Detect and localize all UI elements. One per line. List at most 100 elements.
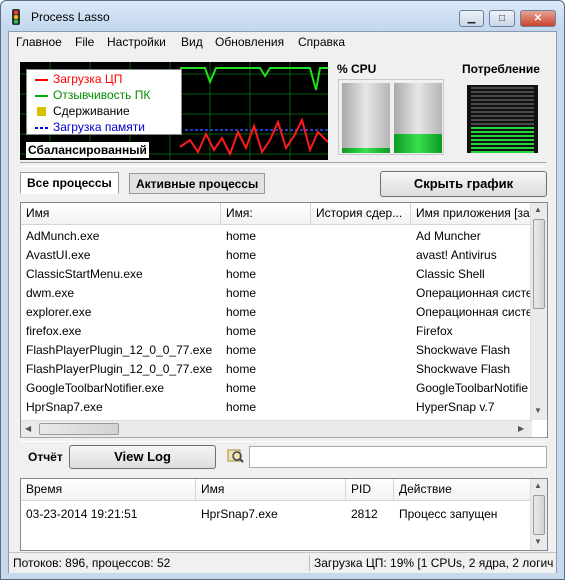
table-cell: Операционная систе bbox=[416, 286, 532, 300]
table-row[interactable]: FlashPlayerPlugin_12_0_0_77.exe home Shock… bbox=[21, 340, 532, 359]
consumption-segment bbox=[471, 95, 534, 97]
table-cell: home bbox=[226, 400, 257, 414]
table-cell: GoogleToolbarNotifier.exe bbox=[26, 381, 165, 395]
table-cell: Classic Shell bbox=[416, 267, 485, 281]
table-cell: home bbox=[226, 381, 257, 395]
table-row[interactable]: dwm.exe home Операционная систе bbox=[21, 283, 532, 302]
performance-graph[interactable]: Загрузка ЦП Отзывчивость ПК Сдерживание … bbox=[20, 62, 328, 160]
log-vscrollbar[interactable]: ▲ ▼ bbox=[530, 479, 547, 550]
process-hscrollbar[interactable]: ◀ ▶ bbox=[21, 420, 532, 437]
table-cell: Shockwave Flash bbox=[416, 362, 511, 376]
table-cell: FlashPlayerPlugin_12_0_0_77.exe bbox=[26, 362, 213, 376]
table-cell: home bbox=[226, 229, 257, 243]
scroll-down-icon[interactable]: ▼ bbox=[534, 537, 542, 546]
tab-active-processes[interactable]: Активные процессы bbox=[129, 173, 266, 194]
hide-graph-button[interactable]: Скрыть график bbox=[380, 171, 547, 197]
column-header-pid[interactable]: PID bbox=[346, 479, 394, 501]
table-row[interactable]: firefox.exe home Firefox bbox=[21, 321, 532, 340]
process-table: Имя Имя: История сдер... Имя приложения … bbox=[20, 202, 548, 438]
consumption-segment bbox=[471, 139, 534, 141]
log-filter-input[interactable] bbox=[249, 446, 547, 468]
table-row[interactable]: FlashPlayerPlugin_12_0_0_77.exe home Shock… bbox=[21, 359, 532, 378]
table-cell: 2812 bbox=[351, 507, 378, 521]
scroll-up-icon[interactable]: ▲ bbox=[534, 481, 542, 490]
minimize-button[interactable]: ▁ bbox=[459, 10, 484, 27]
table-cell: AdMunch.exe bbox=[26, 229, 100, 243]
cpu-bar-core1 bbox=[342, 83, 390, 153]
table-cell: Ad Muncher bbox=[416, 229, 481, 243]
consumption-bars bbox=[471, 87, 534, 153]
divider bbox=[20, 162, 546, 167]
legend-label: Сдерживание bbox=[53, 104, 130, 118]
column-header-time[interactable]: Время bbox=[21, 479, 196, 501]
title-bar[interactable]: Process Lasso ▁ □ ✕ bbox=[1, 1, 564, 31]
table-row[interactable]: HprSnap7.exe home HyperSnap v.7 bbox=[21, 397, 532, 416]
menu-main[interactable]: Главное bbox=[16, 35, 62, 49]
scroll-thumb[interactable] bbox=[533, 495, 545, 535]
scroll-down-icon[interactable]: ▼ bbox=[534, 406, 542, 415]
graph-legend: Загрузка ЦП Отзывчивость ПК Сдерживание … bbox=[26, 69, 182, 135]
scroll-up-icon[interactable]: ▲ bbox=[534, 205, 542, 214]
menu-file[interactable]: File bbox=[75, 35, 94, 49]
table-row[interactable]: GoogleToolbarNotifier.exe home GoogleToolb… bbox=[21, 378, 532, 397]
table-cell: avast! Antivirus bbox=[416, 248, 497, 262]
traffic-light-icon bbox=[12, 9, 20, 25]
scroll-left-icon[interactable]: ◀ bbox=[25, 424, 31, 433]
consumption-segment bbox=[471, 87, 534, 89]
status-cpu-load: Загрузка ЦП: 19% [1 CPUs, 2 ядра, 2 логи… bbox=[314, 556, 554, 570]
consumption-segment bbox=[471, 131, 534, 133]
legend-swatch bbox=[35, 79, 48, 81]
column-header-action[interactable]: Действие bbox=[394, 479, 532, 501]
search-icon[interactable] bbox=[227, 448, 245, 464]
table-cell: HprSnap7.exe bbox=[201, 507, 278, 521]
process-vscrollbar[interactable]: ▲ ▼ bbox=[530, 203, 547, 420]
table-cell: explorer.exe bbox=[26, 305, 92, 319]
minimize-icon: ▁ bbox=[467, 13, 476, 24]
column-header-app-name[interactable]: Имя приложения [за bbox=[411, 203, 532, 225]
scroll-right-icon[interactable]: ▶ bbox=[518, 424, 524, 433]
consumption-title: Потребление bbox=[462, 62, 540, 76]
consumption-segment bbox=[471, 115, 534, 117]
consumption-segment bbox=[471, 111, 534, 113]
column-header-name[interactable]: Имя bbox=[21, 203, 221, 225]
column-header-name[interactable]: Имя bbox=[196, 479, 346, 501]
maximize-button[interactable]: □ bbox=[489, 10, 515, 27]
table-cell: HyperSnap v.7 bbox=[416, 400, 495, 414]
consumption-segment bbox=[471, 127, 534, 129]
column-header-restraint-history[interactable]: История сдер... bbox=[311, 203, 411, 225]
menu-help[interactable]: Справка bbox=[298, 35, 345, 49]
table-cell: HprSnap7.exe bbox=[26, 400, 103, 414]
menu-view[interactable]: Вид bbox=[181, 35, 203, 49]
consumption-segment bbox=[471, 147, 534, 149]
close-button[interactable]: ✕ bbox=[520, 10, 556, 27]
view-log-button[interactable]: View Log bbox=[69, 445, 216, 469]
power-profile-label[interactable]: Сбалансированный bbox=[26, 142, 149, 158]
divider bbox=[20, 437, 546, 442]
maximize-icon: □ bbox=[498, 13, 506, 24]
table-cell: Операционная систе bbox=[416, 305, 532, 319]
menu-settings[interactable]: Настройки bbox=[107, 35, 166, 49]
table-cell: 03-23-2014 19:21:51 bbox=[26, 507, 138, 521]
table-row[interactable]: AvastUI.exe home avast! Antivirus bbox=[21, 245, 532, 264]
window-title: Process Lasso bbox=[31, 10, 110, 24]
consumption-segment bbox=[471, 119, 534, 121]
column-header-user[interactable]: Имя: bbox=[221, 203, 311, 225]
status-bar: Потоков: 896, процессов: 52 Загрузка ЦП:… bbox=[9, 552, 556, 573]
scroll-thumb[interactable] bbox=[39, 423, 119, 435]
cpu-fill bbox=[394, 134, 442, 153]
table-cell: home bbox=[226, 286, 257, 300]
table-row[interactable]: 03-23-2014 19:21:51 HprSnap7.exe 2812 Проце… bbox=[21, 505, 532, 524]
table-row[interactable]: AdMunch.exe home Ad Muncher bbox=[21, 226, 532, 245]
table-cell: ClassicStartMenu.exe bbox=[26, 267, 143, 281]
table-row[interactable]: explorer.exe home Операционная систе bbox=[21, 302, 532, 321]
table-cell: Firefox bbox=[416, 324, 453, 338]
scroll-thumb[interactable] bbox=[533, 219, 545, 309]
table-row[interactable]: ClassicStartMenu.exe home Classic Shell bbox=[21, 264, 532, 283]
consumption-segment bbox=[471, 103, 534, 105]
legend-swatch bbox=[35, 95, 48, 97]
table-cell: home bbox=[226, 343, 257, 357]
tab-all-processes[interactable]: Все процессы bbox=[20, 172, 119, 194]
menu-updates[interactable]: Обновления bbox=[215, 35, 284, 49]
consumption-segment bbox=[471, 91, 534, 93]
menu-bar: Главное File Настройки Вид Обновления Сп… bbox=[9, 32, 556, 52]
